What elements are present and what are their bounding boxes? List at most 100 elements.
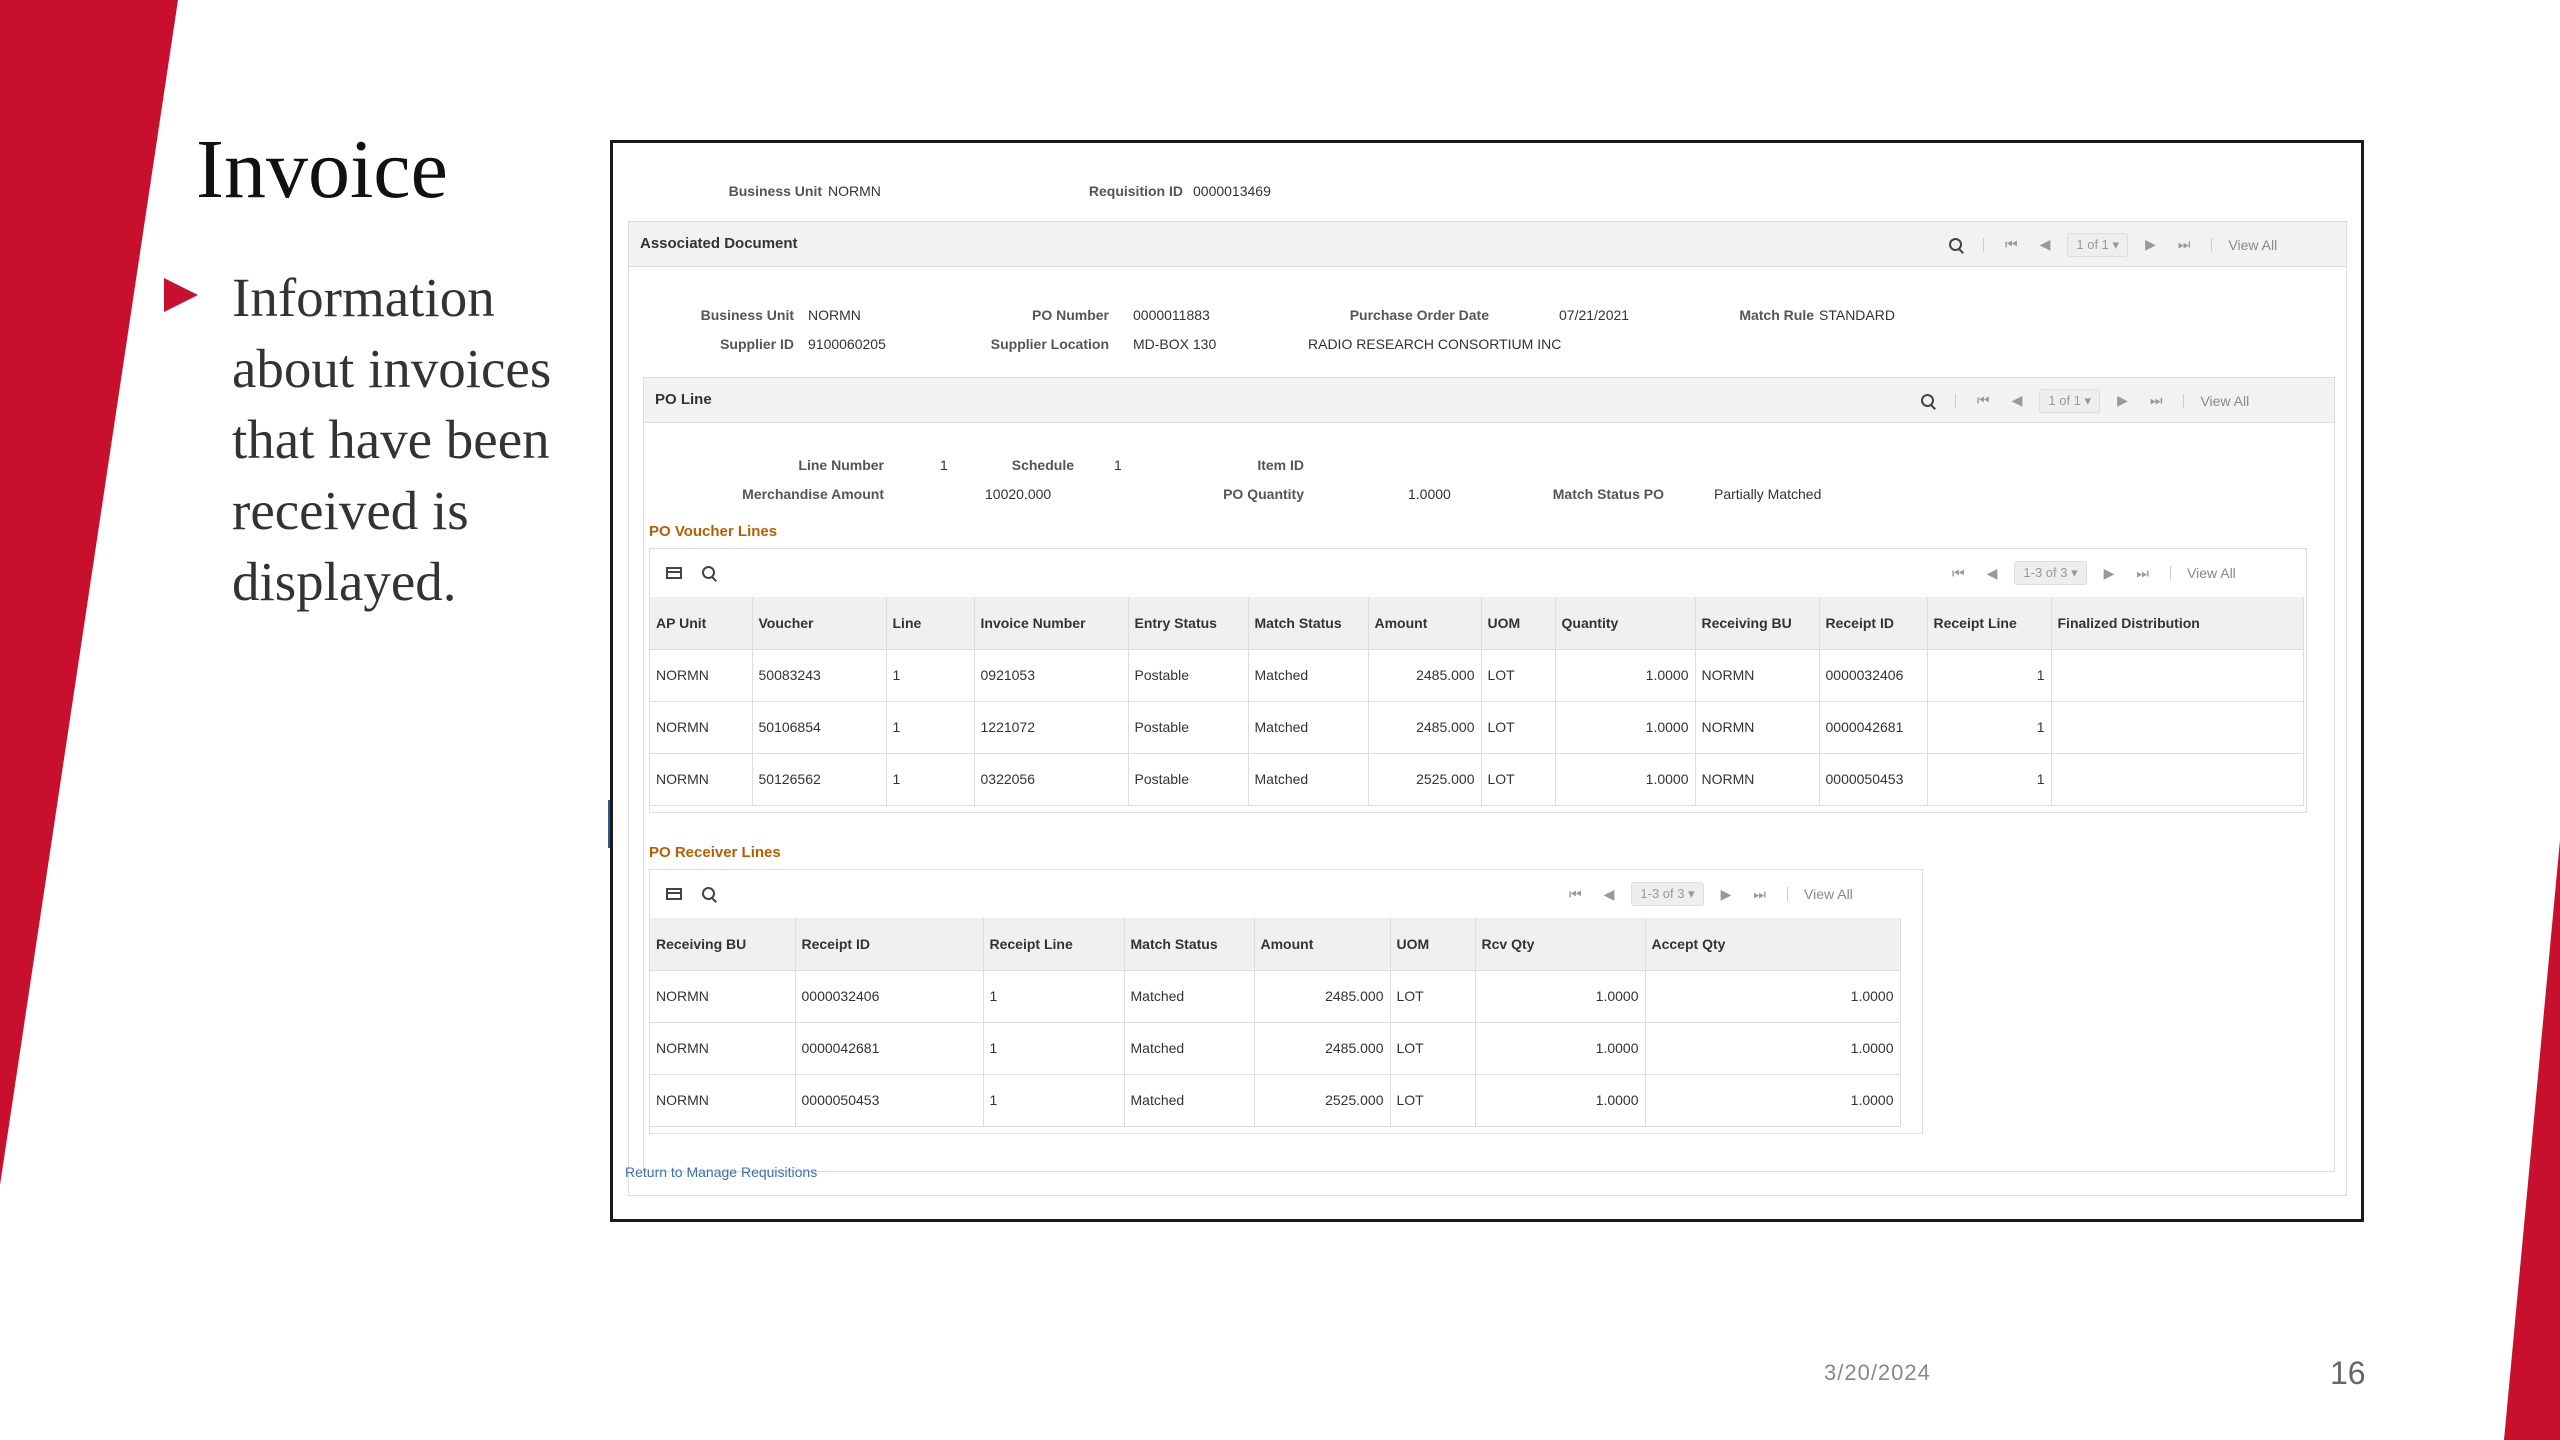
column-header[interactable]: Line <box>886 597 975 650</box>
table-cell: 50106854 <box>752 701 887 754</box>
last-page-icon[interactable]: ⏭ <box>2136 565 2149 582</box>
next-page-icon[interactable]: ▶ <box>2117 392 2128 409</box>
column-header[interactable]: Match Status <box>1248 597 1369 650</box>
receiver-lines-table: Receiving BU Receipt ID Receipt Line Mat… <box>650 918 1901 1127</box>
table-cell: 1.0000 <box>1555 649 1696 702</box>
schedule-label: Schedule <box>1011 457 1074 473</box>
table-cell: NORMN <box>650 753 753 806</box>
column-header[interactable]: UOM <box>1481 597 1556 650</box>
column-header[interactable]: Invoice Number <box>974 597 1129 650</box>
next-page-icon[interactable]: ▶ <box>2104 565 2115 582</box>
supplier-name: RADIO RESEARCH CONSORTIUM INC <box>1308 336 1562 352</box>
table-row: NORMN 0000050453 1 Matched 2525.000 LOT … <box>650 1074 1901 1127</box>
receiver-grid-nav: ⏮ ◀ 1-3 of 3 ▾ ▶ ⏭ View All <box>1558 870 1853 918</box>
first-page-icon[interactable]: ⏮ <box>1952 565 1965 582</box>
requisition-id-value: 0000013469 <box>1193 183 1271 199</box>
column-header[interactable]: UOM <box>1390 918 1476 971</box>
business-unit-value: NORMN <box>828 183 881 199</box>
personalize-grid-icon[interactable] <box>666 888 682 900</box>
prev-page-icon[interactable]: ◀ <box>2040 236 2051 253</box>
associated-document-title: Associated Document <box>640 235 798 252</box>
table-cell: 1 <box>1927 701 2052 754</box>
column-header[interactable]: Receipt ID <box>1819 597 1928 650</box>
receiver-lines-grid: ⏮ ◀ 1-3 of 3 ▾ ▶ ⏭ View All Receiving BU… <box>649 869 1923 1134</box>
column-header[interactable]: Accept Qty <box>1645 918 1901 971</box>
prev-page-icon[interactable]: ◀ <box>2012 392 2023 409</box>
page-selector[interactable]: 1 of 1 ▾ <box>2039 388 2101 413</box>
page-selector[interactable]: 1 of 1 ▾ <box>2067 232 2129 257</box>
first-page-icon[interactable]: ⏮ <box>1977 392 1990 409</box>
column-header[interactable]: Receiving BU <box>1695 597 1820 650</box>
column-header[interactable]: Entry Status <box>1128 597 1249 650</box>
first-page-icon[interactable]: ⏮ <box>2005 236 2018 253</box>
prev-page-icon[interactable]: ◀ <box>1604 886 1615 903</box>
column-header[interactable]: Receiving BU <box>650 918 796 971</box>
po-line-title: PO Line <box>655 391 712 408</box>
search-icon[interactable] <box>1949 237 1963 252</box>
page-selector-text: 1 of 1 <box>2048 392 2081 408</box>
match-rule-value: STANDARD <box>1819 307 1895 323</box>
divider <box>1983 237 1984 252</box>
search-icon[interactable] <box>702 566 716 580</box>
voucher-grid-toolbar: ⏮ ◀ 1-3 of 3 ▾ ▶ ⏭ View All <box>650 549 2306 597</box>
view-all-link[interactable]: View All <box>1804 886 1853 902</box>
table-cell: 1.0000 <box>1645 1022 1901 1075</box>
table-cell: 1 <box>983 970 1125 1023</box>
requisition-id-label: Requisition ID <box>1088 183 1183 199</box>
receiver-grid-toolbar: ⏮ ◀ 1-3 of 3 ▾ ▶ ⏭ View All <box>650 870 1922 918</box>
page-selector[interactable]: 1-3 of 3 ▾ <box>2014 561 2087 585</box>
table-cell: 2485.000 <box>1254 1022 1391 1075</box>
table-cell: Matched <box>1248 649 1369 702</box>
slide-number: 16 <box>2330 1355 2366 1391</box>
column-header[interactable]: Receipt Line <box>983 918 1125 971</box>
column-header[interactable]: Receipt Line <box>1927 597 2052 650</box>
divider <box>2183 393 2185 408</box>
table-cell: 50083243 <box>752 649 887 702</box>
column-header[interactable]: Voucher <box>752 597 887 650</box>
column-header[interactable]: Finalized Distribution <box>2051 597 2304 650</box>
next-page-icon[interactable]: ▶ <box>1721 886 1732 903</box>
view-all-link[interactable]: View All <box>2200 393 2249 409</box>
ad-business-unit-label: Business Unit <box>700 307 794 323</box>
column-header[interactable]: Amount <box>1368 597 1482 650</box>
table-cell: 1.0000 <box>1555 753 1696 806</box>
next-page-icon[interactable]: ▶ <box>2145 236 2156 253</box>
divider <box>1787 887 1789 901</box>
page-selector[interactable]: 1-3 of 3 ▾ <box>1631 882 1704 906</box>
associated-document-nav: ⏮ ◀ 1 of 1 ▾ ▶ ⏭ View All <box>1939 222 2277 267</box>
column-header[interactable]: Match Status <box>1124 918 1255 971</box>
associated-document-group: Associated Document ⏮ ◀ 1 of 1 ▾ ▶ ⏭ Vie… <box>628 221 2347 1196</box>
line-number-value: 1 <box>940 457 948 473</box>
table-cell: 2525.000 <box>1254 1074 1391 1127</box>
screenshot-frame: Business Unit NORMN Requisition ID 00000… <box>610 140 2364 1222</box>
table-cell: 2485.000 <box>1368 701 1482 754</box>
item-id-label: Item ID <box>1257 457 1304 473</box>
table-cell: Matched <box>1248 753 1369 806</box>
table-cell: 1 <box>983 1022 1125 1075</box>
view-all-link[interactable]: View All <box>2187 565 2236 581</box>
table-cell: LOT <box>1390 1022 1476 1075</box>
first-page-icon[interactable]: ⏮ <box>1569 886 1582 903</box>
po-line-header: PO Line ⏮ ◀ 1 of 1 ▾ ▶ ⏭ View All <box>644 378 2334 423</box>
search-icon[interactable] <box>1921 393 1935 408</box>
last-page-icon[interactable]: ⏭ <box>2150 392 2163 409</box>
column-header[interactable]: Rcv Qty <box>1475 918 1646 971</box>
table-cell: 0000042681 <box>1819 701 1928 754</box>
column-header[interactable]: Amount <box>1254 918 1391 971</box>
view-all-link[interactable]: View All <box>2228 237 2277 253</box>
column-header[interactable]: Receipt ID <box>795 918 984 971</box>
prev-page-icon[interactable]: ◀ <box>1987 565 1998 582</box>
search-icon[interactable] <box>702 887 716 901</box>
column-header[interactable]: Quantity <box>1555 597 1696 650</box>
return-to-manage-requisitions-link[interactable]: Return to Manage Requisitions <box>625 1164 817 1180</box>
table-cell: 1.0000 <box>1475 970 1646 1023</box>
column-header[interactable]: AP Unit <box>650 597 753 650</box>
last-page-icon[interactable]: ⏭ <box>2178 236 2191 253</box>
merchandise-amount-label: Merchandise Amount <box>742 486 884 502</box>
table-cell: 1.0000 <box>1555 701 1696 754</box>
last-page-icon[interactable]: ⏭ <box>1753 886 1766 903</box>
personalize-grid-icon[interactable] <box>666 567 682 579</box>
table-cell: 0322056 <box>974 753 1129 806</box>
slide-date: 3/20/2024 <box>1824 1360 1931 1385</box>
table-cell: NORMN <box>650 701 753 754</box>
